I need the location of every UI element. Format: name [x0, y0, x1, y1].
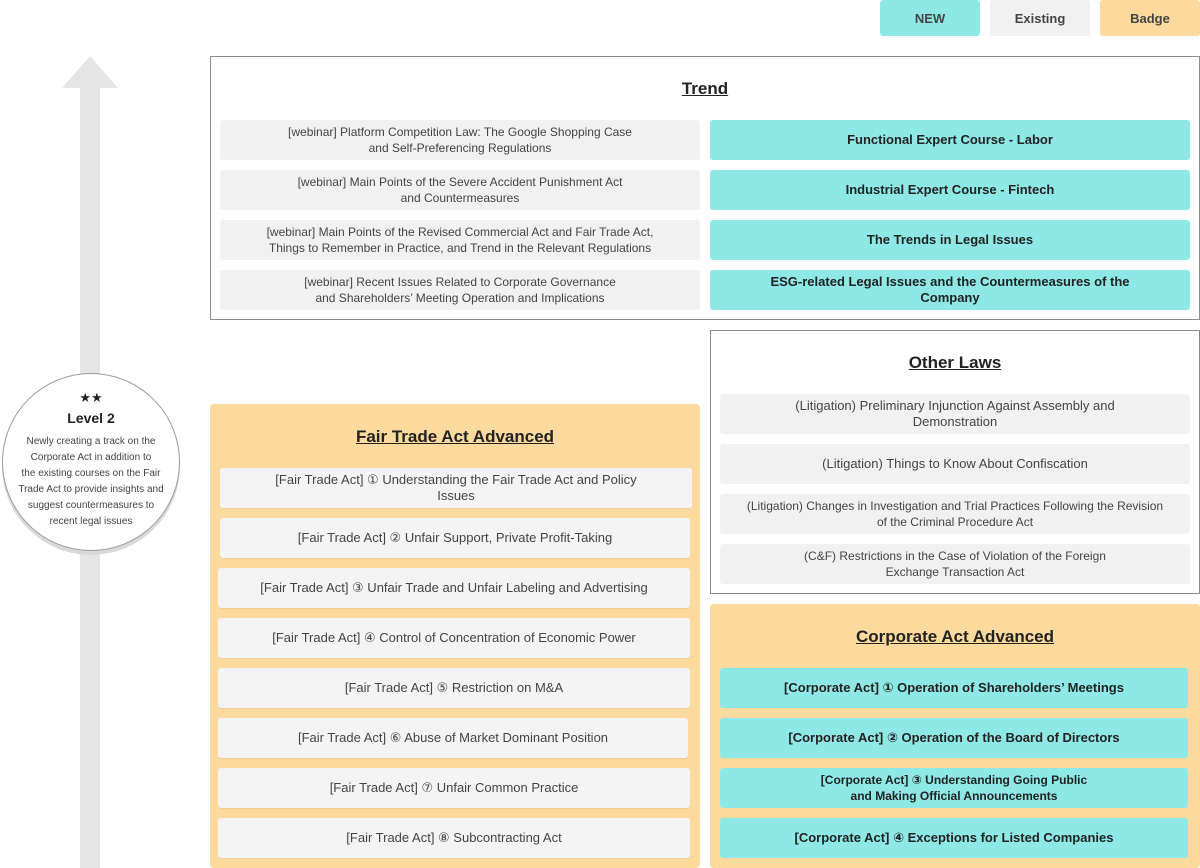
fair-trade-item[interactable]: [Fair Trade Act] ⑥ Abuse of Market Domin… [218, 718, 688, 758]
trend-course-item[interactable]: The Trends in Legal Issues [710, 220, 1190, 260]
fair-trade-title: Fair Trade Act Advanced [355, 427, 555, 446]
trend-webinar-item[interactable]: [webinar] Main Points of the Severe Acci… [220, 170, 700, 210]
level-description: Newly creating a track on the Corporate … [18, 436, 164, 527]
level-badge: ★★ Level 2 Newly creating a track on the… [2, 373, 180, 551]
fair-trade-label: [Fair Trade Act] ② Unfair Support, Priva… [297, 530, 613, 545]
other-laws-label: (C&F) Restrictions in the Case of Violat… [804, 549, 1106, 579]
fair-trade-item[interactable]: [Fair Trade Act] ⑦ Unfair Common Practic… [218, 768, 690, 808]
fair-trade-label: [Fair Trade Act] ④ Control of Concentrat… [272, 630, 636, 645]
corporate-panel: Corporate Act Advanced [Corporate Act] ①… [710, 604, 1200, 868]
corporate-item[interactable]: [Corporate Act] ③ Understanding Going Pu… [720, 768, 1188, 808]
other-laws-label: (Litigation) Things to Know About Confis… [822, 456, 1088, 471]
trend-course-item[interactable]: Industrial Expert Course - Fintech [710, 170, 1190, 210]
fair-trade-item[interactable]: [Fair Trade Act] ⑤ Restriction on M&A [218, 668, 690, 708]
other-laws-item[interactable]: (C&F) Restrictions in the Case of Violat… [720, 544, 1190, 584]
fair-trade-label: [Fair Trade Act] ③ Unfair Trade and Unfa… [260, 580, 648, 595]
corporate-title: Corporate Act Advanced [855, 627, 1055, 646]
legend-existing: Existing [990, 0, 1090, 36]
fair-trade-label: [Fair Trade Act] ① Understanding the Fai… [275, 472, 637, 503]
level-arrow-head [62, 56, 118, 88]
trend-title: Trend [681, 79, 729, 98]
legend-new: NEW [880, 0, 980, 36]
trend-webinar-label: [webinar] Main Points of the Severe Acci… [297, 175, 623, 205]
legend-badge: Badge [1100, 0, 1200, 36]
corporate-label: [Corporate Act] ② Operation of the Board… [788, 730, 1120, 745]
corporate-label: [Corporate Act] ① Operation of Sharehold… [784, 680, 1124, 695]
other-laws-label: (Litigation) Changes in Investigation an… [746, 499, 1164, 529]
trend-webinar-label: [webinar] Platform Competition Law: The … [288, 125, 632, 155]
other-laws-item[interactable]: (Litigation) Preliminary Injunction Agai… [720, 394, 1190, 434]
corporate-item[interactable]: [Corporate Act] ② Operation of the Board… [720, 718, 1188, 758]
trend-webinar-item[interactable]: [webinar] Platform Competition Law: The … [220, 120, 700, 160]
trend-course-label: Functional Expert Course - Labor [847, 132, 1053, 147]
trend-course-item[interactable]: ESG-related Legal Issues and the Counter… [710, 270, 1190, 310]
trend-webinar-item[interactable]: [webinar] Recent Issues Related to Corpo… [220, 270, 700, 310]
corporate-item[interactable]: [Corporate Act] ④ Exceptions for Listed … [720, 818, 1188, 858]
other-laws-title: Other Laws [908, 353, 1002, 372]
fair-trade-label: [Fair Trade Act] ⑦ Unfair Common Practic… [329, 780, 579, 795]
trend-webinar-label: [webinar] Recent Issues Related to Corpo… [304, 275, 616, 305]
other-laws-label: (Litigation) Preliminary Injunction Agai… [795, 398, 1115, 429]
trend-course-item[interactable]: Functional Expert Course - Labor [710, 120, 1190, 160]
other-laws-item[interactable]: (Litigation) Changes in Investigation an… [720, 494, 1190, 534]
trend-webinar-label: [webinar] Main Points of the Revised Com… [266, 225, 654, 255]
other-laws-panel: Other Laws (Litigation) Preliminary Inju… [710, 330, 1200, 594]
level-title: Level 2 [67, 410, 115, 426]
corporate-label: [Corporate Act] ③ Understanding Going Pu… [820, 773, 1088, 803]
corporate-item[interactable]: [Corporate Act] ① Operation of Sharehold… [720, 668, 1188, 708]
fair-trade-panel: Fair Trade Act Advanced [Fair Trade Act]… [210, 404, 700, 868]
fair-trade-label: [Fair Trade Act] ⑧ Subcontracting Act [346, 830, 562, 845]
fair-trade-label: [Fair Trade Act] ⑤ Restriction on M&A [344, 680, 564, 695]
trend-panel: Trend [webinar] Platform Competition Law… [210, 56, 1200, 320]
other-laws-item[interactable]: (Litigation) Things to Know About Confis… [720, 444, 1190, 484]
fair-trade-item[interactable]: [Fair Trade Act] ② Unfair Support, Priva… [220, 518, 690, 558]
fair-trade-item[interactable]: [Fair Trade Act] ④ Control of Concentrat… [218, 618, 690, 658]
fair-trade-item[interactable]: [Fair Trade Act] ① Understanding the Fai… [220, 468, 692, 508]
corporate-label: [Corporate Act] ④ Exceptions for Listed … [794, 830, 1114, 845]
trend-course-label: The Trends in Legal Issues [866, 232, 1034, 247]
level-stars: ★★ [79, 390, 103, 405]
trend-course-label: ESG-related Legal Issues and the Counter… [770, 274, 1130, 305]
fair-trade-item[interactable]: [Fair Trade Act] ⑧ Subcontracting Act [218, 818, 690, 858]
fair-trade-label: [Fair Trade Act] ⑥ Abuse of Market Domin… [297, 730, 609, 745]
fair-trade-item[interactable]: [Fair Trade Act] ③ Unfair Trade and Unfa… [218, 568, 690, 608]
trend-course-label: Industrial Expert Course - Fintech [845, 182, 1055, 197]
trend-webinar-item[interactable]: [webinar] Main Points of the Revised Com… [220, 220, 700, 260]
